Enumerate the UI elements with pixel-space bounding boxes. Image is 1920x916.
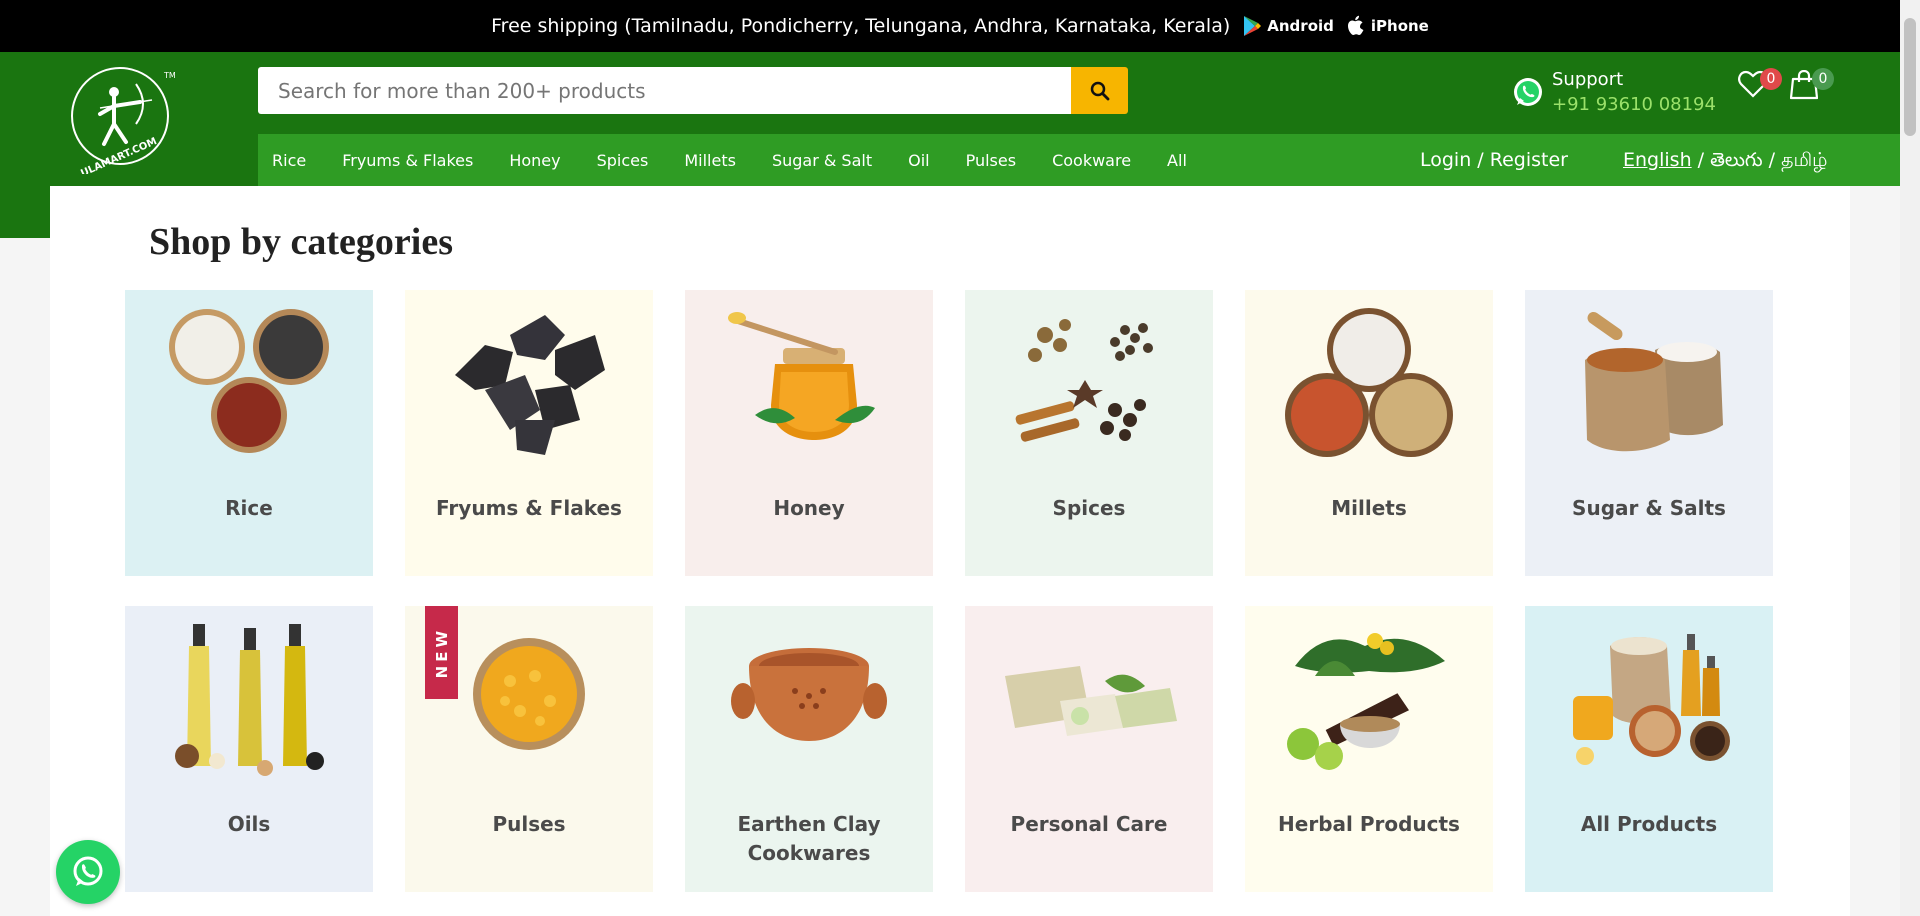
lang-telugu[interactable]: తెలుగు	[1710, 149, 1762, 171]
support-phone[interactable]: +91 93610 08194	[1552, 92, 1716, 118]
category-label: Herbal Products	[1278, 812, 1460, 836]
category-label: All Products	[1580, 812, 1718, 836]
login-register-link[interactable]: Login / Register	[1420, 134, 1568, 186]
android-app-link[interactable]: Android	[1242, 15, 1334, 37]
section-heading: Shop by categories	[149, 221, 453, 263]
announcement-bar: Free shipping (Tamilnadu, Pondicherry, T…	[0, 0, 1920, 52]
new-badge: NEW	[425, 606, 458, 699]
whatsapp-icon	[73, 856, 103, 886]
wishlist-count-badge: 0	[1760, 68, 1782, 90]
category-label: Honey	[773, 496, 845, 520]
support-label: Support	[1552, 69, 1624, 90]
free-shipping-text: Free shipping (Tamilnadu, Pondicherry, T…	[491, 15, 1231, 37]
category-label: Rice	[225, 496, 273, 520]
category-tile-rice[interactable]: Rice	[125, 290, 373, 576]
category-tile-herbal-products[interactable]: Herbal Products	[1245, 606, 1493, 892]
lang-separator: /	[1697, 149, 1705, 171]
category-label: Oils	[227, 812, 271, 836]
lang-separator: /	[1768, 149, 1776, 171]
category-label: Pulses	[492, 812, 566, 836]
category-tile-spices[interactable]: Spices	[965, 290, 1213, 576]
lang-tamil[interactable]: தமிழ்	[1781, 149, 1827, 171]
logo-trademark: TM	[163, 71, 176, 80]
search-icon	[1090, 81, 1109, 100]
nav-item-sugar-salt[interactable]: Sugar & Salt	[772, 151, 872, 170]
category-tile-sugar-salts[interactable]: Sugar & Salts	[1525, 290, 1773, 576]
category-tile-millets[interactable]: Millets	[1245, 290, 1493, 576]
iphone-label: iPhone	[1370, 17, 1429, 35]
page-scrollbar[interactable]	[1900, 0, 1920, 916]
nav-item-honey[interactable]: Honey	[509, 151, 560, 170]
wishlist-button[interactable]: 0	[1738, 68, 1782, 102]
clay-pot-icon	[731, 648, 887, 741]
millet-bowls-icon	[1285, 308, 1453, 457]
language-switcher: English / తెలుగు / தமிழ்	[1623, 134, 1827, 186]
herbs-icon	[1287, 633, 1445, 770]
fryums-icon	[455, 315, 605, 455]
category-tile-all-products[interactable]: All Products	[1525, 606, 1773, 892]
category-label: Fryums & Flakes	[436, 496, 622, 520]
category-label: Sugar & Salts	[1572, 496, 1726, 520]
whatsapp-icon	[1514, 78, 1542, 106]
search-bar	[258, 67, 1128, 114]
nav-item-spices[interactable]: Spices	[597, 151, 649, 170]
spices-icon	[1015, 319, 1153, 442]
rice-bowls-icon	[169, 309, 329, 453]
android-label: Android	[1267, 17, 1334, 35]
nav-item-pulses[interactable]: Pulses	[966, 151, 1016, 170]
search-input[interactable]	[258, 67, 1071, 114]
new-badge-text: NEW	[432, 626, 451, 679]
category-label: Millets	[1331, 496, 1407, 520]
nav-item-all[interactable]: All	[1167, 151, 1187, 170]
category-label: Personal Care	[1010, 812, 1168, 836]
scrollbar-thumb[interactable]	[1904, 18, 1916, 136]
nav-item-fryums-flakes[interactable]: Fryums & Flakes	[342, 151, 473, 170]
nav-item-oil[interactable]: Oil	[908, 151, 929, 170]
lang-english[interactable]: English	[1623, 149, 1692, 171]
support-contact[interactable]: Support +91 93610 08194	[1512, 68, 1716, 118]
apple-icon	[1347, 15, 1364, 35]
oil-bottles-icon	[175, 624, 324, 776]
google-play-icon	[1244, 16, 1262, 36]
soap-icon	[1005, 666, 1177, 736]
category-tile-personal-care[interactable]: Personal Care	[965, 606, 1213, 892]
category-tile-pulses[interactable]: NEW Pulses	[405, 606, 653, 892]
iphone-app-link[interactable]: iPhone	[1346, 15, 1429, 37]
category-tile-oils[interactable]: Oils	[125, 606, 373, 892]
cart-count-badge: 0	[1812, 68, 1834, 90]
nav-item-cookware[interactable]: Cookware	[1052, 151, 1131, 170]
category-tile-fryums-flakes[interactable]: Fryums & Flakes	[405, 290, 653, 576]
category-label: Earthen Clay Cookwares	[737, 812, 881, 865]
category-label: Spices	[1052, 496, 1126, 520]
category-tile-honey[interactable]: Honey	[685, 290, 933, 576]
main-content: Shop by categories Rice Fryums & Flakes	[50, 186, 1850, 916]
search-button[interactable]	[1071, 67, 1128, 114]
all-products-icon	[1573, 634, 1730, 765]
whatsapp-chat-button[interactable]	[56, 840, 120, 904]
nav-item-rice[interactable]: Rice	[272, 151, 306, 170]
honey-jar-icon	[728, 312, 875, 440]
category-tile-earthen-clay-cookwares[interactable]: Earthen Clay Cookwares	[685, 606, 933, 892]
cart-button[interactable]: 0	[1789, 68, 1834, 102]
sugar-salt-sack-icon	[1585, 311, 1723, 452]
nav-item-millets[interactable]: Millets	[684, 151, 736, 170]
ulamart-logo[interactable]: TM ULAMART.COM	[70, 64, 176, 174]
